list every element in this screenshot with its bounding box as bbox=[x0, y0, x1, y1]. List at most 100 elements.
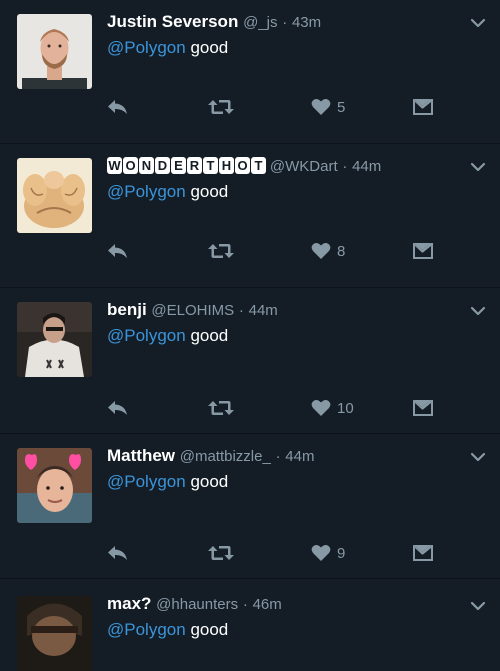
reply-button[interactable] bbox=[107, 540, 129, 566]
mention-link[interactable]: @Polygon bbox=[107, 472, 186, 491]
tweet[interactable]: WONDERTHOT @WKDart · 44m @Polygon good 8 bbox=[0, 144, 500, 288]
reply-button[interactable] bbox=[107, 395, 129, 421]
timestamp[interactable]: 43m bbox=[292, 14, 321, 31]
retweet-button[interactable] bbox=[207, 94, 235, 120]
chevron-down-icon[interactable] bbox=[470, 451, 486, 463]
retweet-button[interactable] bbox=[207, 238, 235, 264]
heart-icon bbox=[311, 243, 331, 259]
tweet[interactable]: benji @ELOHIMS · 44m @Polygon good 10 bbox=[0, 288, 500, 434]
separator: · bbox=[342, 158, 348, 175]
direct-message-icon bbox=[413, 99, 433, 115]
avatar[interactable] bbox=[17, 596, 92, 671]
tweet-actions: 5 bbox=[107, 94, 437, 120]
chevron-down-icon[interactable] bbox=[470, 161, 486, 173]
heart-icon bbox=[311, 400, 331, 416]
like-count: 8 bbox=[337, 242, 346, 260]
reply-icon bbox=[108, 401, 127, 415]
tweet-header: Matthew @mattbizzle_ · 44m bbox=[107, 445, 314, 468]
display-name-letter: O bbox=[123, 157, 138, 174]
separator: · bbox=[282, 14, 288, 31]
timestamp[interactable]: 44m bbox=[352, 158, 381, 175]
like-button[interactable]: 10 bbox=[311, 395, 354, 421]
direct-message-icon bbox=[413, 243, 433, 259]
timestamp[interactable]: 44m bbox=[285, 448, 314, 465]
tweet-body: good bbox=[190, 326, 229, 345]
display-name-letter: O bbox=[235, 157, 250, 174]
tweet-body: good bbox=[190, 472, 229, 491]
avatar[interactable] bbox=[17, 448, 92, 523]
tweet-actions: 8 bbox=[107, 238, 437, 264]
mention-link[interactable]: @Polygon bbox=[107, 38, 186, 57]
display-name-letter: N bbox=[139, 157, 154, 174]
display-name-letter: E bbox=[171, 157, 186, 174]
tweet-text: @Polygon good bbox=[107, 619, 228, 641]
heart-icon bbox=[311, 99, 331, 115]
display-name-letter: T bbox=[251, 157, 266, 174]
tweet-actions: 10 bbox=[107, 395, 437, 421]
retweet-button[interactable] bbox=[207, 540, 235, 566]
tweet-header: Justin Severson @_js · 43m bbox=[107, 11, 321, 34]
tweet-body: good bbox=[190, 38, 229, 57]
tweet-text: @Polygon good bbox=[107, 325, 228, 347]
retweet-icon bbox=[208, 244, 234, 258]
display-name-letter: R bbox=[187, 157, 202, 174]
mention-link[interactable]: @Polygon bbox=[107, 182, 186, 201]
tweet[interactable]: max? @hhaunters · 46m @Polygon good bbox=[0, 579, 500, 671]
like-count: 5 bbox=[337, 98, 346, 116]
like-count: 10 bbox=[337, 399, 354, 417]
retweet-icon bbox=[208, 546, 234, 560]
reply-icon bbox=[108, 100, 127, 114]
display-name[interactable]: WONDERTHOT bbox=[107, 157, 270, 174]
retweet-button[interactable] bbox=[207, 395, 235, 421]
retweet-icon bbox=[208, 401, 234, 415]
avatar[interactable] bbox=[17, 302, 92, 377]
mention-link[interactable]: @Polygon bbox=[107, 620, 186, 639]
username[interactable]: @WKDart bbox=[270, 158, 338, 175]
boxed-display-name: WONDERTHOT bbox=[107, 157, 266, 174]
direct-message-icon bbox=[413, 545, 433, 561]
display-name[interactable]: max? bbox=[107, 594, 151, 613]
timestamp[interactable]: 44m bbox=[249, 302, 278, 319]
tweet-body: good bbox=[190, 620, 229, 639]
direct-message-button[interactable] bbox=[413, 238, 433, 264]
direct-message-button[interactable] bbox=[413, 540, 433, 566]
reply-button[interactable] bbox=[107, 238, 129, 264]
username[interactable]: @_js bbox=[243, 14, 277, 31]
display-name-letter: T bbox=[203, 157, 218, 174]
tweet-text: @Polygon good bbox=[107, 471, 228, 493]
direct-message-button[interactable] bbox=[413, 395, 433, 421]
like-button[interactable]: 5 bbox=[311, 94, 345, 120]
display-name-letter: W bbox=[107, 157, 122, 174]
separator: · bbox=[242, 596, 248, 613]
mention-link[interactable]: @Polygon bbox=[107, 326, 186, 345]
reply-icon bbox=[108, 546, 127, 560]
tweet[interactable]: Justin Severson @_js · 43m @Polygon good… bbox=[0, 0, 500, 144]
tweet-actions: 9 bbox=[107, 540, 437, 566]
tweet[interactable]: Matthew @mattbizzle_ · 44m @Polygon good… bbox=[0, 434, 500, 579]
username[interactable]: @ELOHIMS bbox=[151, 302, 234, 319]
username[interactable]: @hhaunters bbox=[156, 596, 238, 613]
tweet-header: WONDERTHOT @WKDart · 44m bbox=[107, 155, 381, 178]
direct-message-icon bbox=[413, 400, 433, 416]
display-name[interactable]: Justin Severson bbox=[107, 12, 238, 31]
reply-icon bbox=[108, 244, 127, 258]
username[interactable]: @mattbizzle_ bbox=[180, 448, 271, 465]
display-name[interactable]: benji bbox=[107, 300, 147, 319]
display-name[interactable]: Matthew bbox=[107, 446, 175, 465]
chevron-down-icon[interactable] bbox=[470, 305, 486, 317]
display-name-letter: D bbox=[155, 157, 170, 174]
avatar[interactable] bbox=[17, 158, 92, 233]
tweet-text: @Polygon good bbox=[107, 37, 228, 59]
direct-message-button[interactable] bbox=[413, 94, 433, 120]
separator: · bbox=[238, 302, 244, 319]
tweet-text: @Polygon good bbox=[107, 181, 228, 203]
like-button[interactable]: 8 bbox=[311, 238, 345, 264]
like-count: 9 bbox=[337, 544, 346, 562]
reply-button[interactable] bbox=[107, 94, 129, 120]
timestamp[interactable]: 46m bbox=[253, 596, 282, 613]
chevron-down-icon[interactable] bbox=[470, 600, 486, 612]
chevron-down-icon[interactable] bbox=[470, 17, 486, 29]
avatar[interactable] bbox=[17, 14, 92, 89]
like-button[interactable]: 9 bbox=[311, 540, 345, 566]
tweet-header: benji @ELOHIMS · 44m bbox=[107, 299, 278, 322]
